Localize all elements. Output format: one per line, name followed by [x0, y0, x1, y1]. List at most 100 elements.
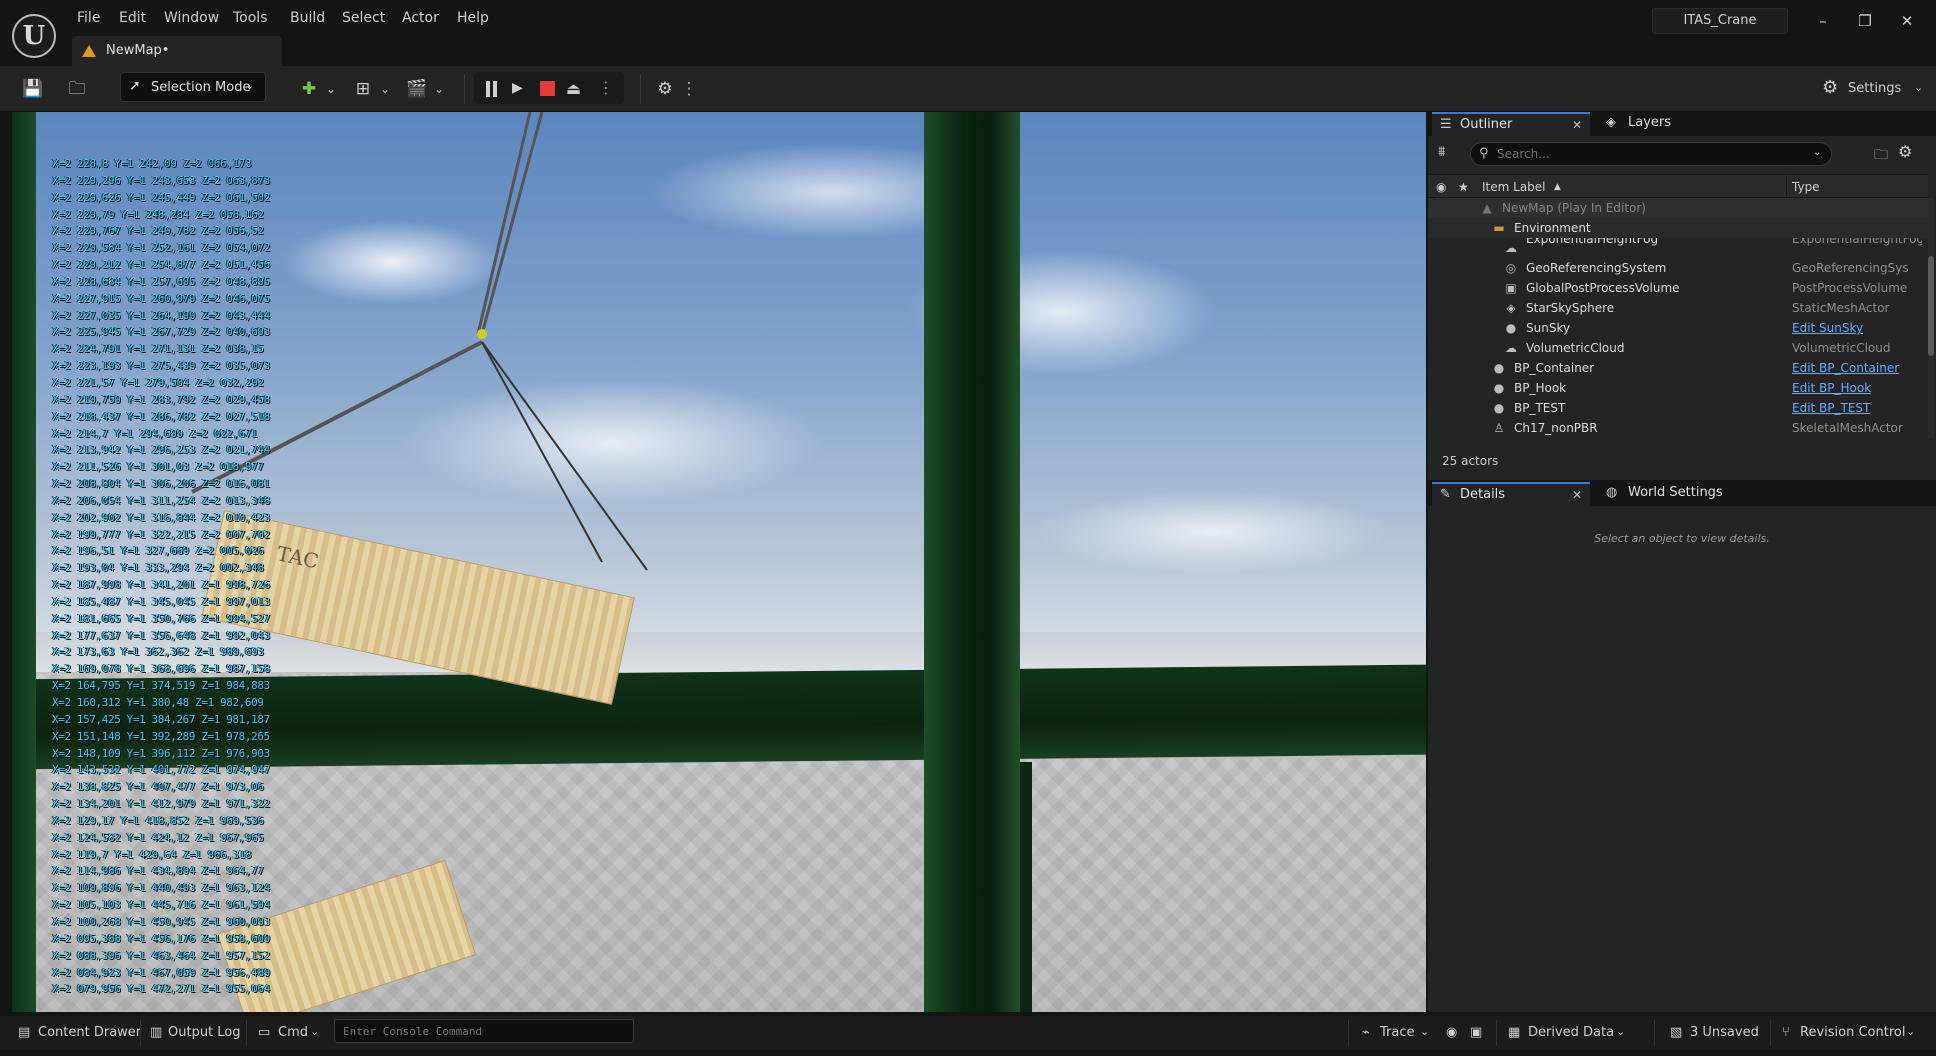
more-options-icon[interactable]: ⋮ — [598, 78, 614, 97]
menu-select[interactable]: Select — [340, 10, 387, 26]
console-command-field[interactable] — [334, 1019, 634, 1043]
menu-help[interactable]: Help — [455, 10, 491, 26]
edit-blueprint-link[interactable]: Edit BP_Container — [1792, 361, 1922, 375]
outliner-row[interactable]: ● SunSky Edit SunSky — [1428, 318, 1928, 338]
coordinate-readout: X=2 187,998 Y=1 341,201 Z=1 998,726 — [52, 578, 270, 592]
menu-file[interactable]: File — [75, 10, 102, 26]
pencil-icon: ✎ — [1440, 487, 1451, 502]
tab-layers[interactable]: ◈ Layers — [1598, 112, 1698, 136]
outliner-row[interactable]: ▣ GlobalPostProcessVolume PostProcessVolum… — [1428, 278, 1928, 298]
save-icon[interactable]: 💾 — [20, 76, 46, 102]
main-toolbar: 💾 🗀 ➚ Selection Mode ⌄ ✚ ⌄ ⊞ ⌄ 🎬 ⌄ ▶ ⏏ ⋮… — [0, 66, 1936, 112]
menu-edit[interactable]: Edit — [117, 10, 148, 26]
menu-tools[interactable]: Tools — [231, 10, 270, 26]
outliner-row[interactable]: ◈ StarSkySphere StaticMeshActor — [1428, 298, 1928, 318]
outliner-row[interactable]: ☁ ExponentialHeightFog ExponentialHeightFo… — [1428, 238, 1928, 258]
status-bar-inner: ▤ Content Drawer ▥ Output Log ▭ Cmd ⌄ ⌁ … — [0, 1016, 1936, 1050]
close-icon[interactable]: ✕ — [1572, 118, 1582, 132]
outliner-row[interactable]: ● BP_TEST Edit BP_TEST — [1428, 398, 1928, 418]
camera-icon[interactable]: ▣ — [1470, 1025, 1482, 1040]
trace-button[interactable]: Trace — [1380, 1025, 1415, 1040]
folder-icon: ▬ — [1493, 221, 1505, 235]
details-tab-bar: ✎ Details ✕ ◍ World Settings — [1428, 482, 1936, 506]
unsaved-button[interactable]: 3 Unsaved — [1690, 1025, 1759, 1040]
outliner-row[interactable]: ● BP_Container Edit BP_Container — [1428, 358, 1928, 378]
filter-icon[interactable]: ⩩ — [1438, 144, 1445, 160]
chevron-down-icon[interactable]: ⌄ — [1616, 1025, 1625, 1038]
stop-button[interactable] — [540, 81, 555, 96]
outliner-row-label: NewMap (Play In Editor) — [1502, 201, 1646, 215]
selection-mode-dropdown[interactable]: ➚ Selection Mode ⌄ — [120, 72, 266, 102]
coordinate-readout: X=2 160,312 Y=1 380,48 Z=1 982,609 — [52, 696, 264, 709]
chevron-down-icon[interactable]: ⌄ — [1420, 1025, 1429, 1038]
level-viewport[interactable]: TAC X=2 228,8 Y=1 242,09 Z=2 066,173 X=2 … — [12, 112, 1426, 1012]
outliner-tab-bar: ☰ Outliner ✕ ◈ Layers — [1428, 112, 1936, 136]
outliner-icon: ☰ — [1440, 117, 1452, 132]
eject-button[interactable]: ⏏ — [566, 79, 586, 99]
status-divider — [246, 1020, 247, 1046]
close-icon[interactable]: ✕ — [1572, 488, 1582, 502]
edit-blueprint-link[interactable]: Edit BP_Hook — [1792, 381, 1922, 395]
visibility-icon[interactable]: ◉ — [1436, 180, 1446, 194]
pin-icon[interactable]: ★ — [1458, 180, 1469, 194]
restore-button[interactable]: ❐ — [1850, 12, 1880, 34]
column-item-label[interactable]: Item Label — [1482, 180, 1546, 194]
outliner-panel: ⩩ ⚲ ⌄ 🗀 ⚙ ◉ ★ Item Label ▲ Type ▲ NewMap … — [1428, 136, 1936, 480]
edit-blueprint-link[interactable]: Edit BP_TEST — [1792, 401, 1922, 415]
outliner-row[interactable]: ♙ Ch17_nonPBR SkeletalMeshActor — [1428, 418, 1928, 438]
edit-blueprint-link[interactable]: Edit SunSky — [1792, 321, 1922, 335]
tab-world-settings[interactable]: ◍ World Settings — [1598, 482, 1738, 506]
crane-cable — [476, 112, 532, 335]
outliner-row[interactable]: ▲ NewMap (Play In Editor) — [1428, 198, 1928, 218]
platforms-icon[interactable]: ⚙ — [652, 76, 678, 102]
content-drawer-button[interactable]: Content Drawer — [38, 1025, 141, 1040]
gear-icon[interactable]: ⚙ — [1898, 142, 1912, 161]
step-button[interactable]: ▶ — [512, 80, 528, 98]
outliner-row[interactable]: ◎ GeoReferencingSystem GeoReferencingSys — [1428, 258, 1928, 278]
console-input[interactable] — [343, 1023, 623, 1039]
chevron-down-icon[interactable]: ⌄ — [1813, 147, 1821, 158]
derived-data-button[interactable]: Derived Data — [1528, 1025, 1614, 1040]
column-type[interactable]: Type — [1792, 180, 1820, 194]
unreal-logo-icon[interactable]: U — [12, 14, 56, 58]
outliner-row[interactable]: ☁ VolumetricCloud VolumetricCloud — [1428, 338, 1928, 358]
outliner-row-type: GeoReferencingSys — [1792, 261, 1909, 275]
level-tab[interactable]: NewMap• — [72, 36, 282, 66]
pause-button[interactable] — [484, 81, 498, 97]
chevron-down-icon[interactable]: ⌄ — [310, 1025, 319, 1038]
revision-control-icon: ⑂ — [1782, 1025, 1790, 1040]
more-options-icon[interactable]: ⋮ — [676, 76, 702, 102]
scrollbar-thumb[interactable] — [1928, 256, 1934, 356]
outliner-row[interactable]: ▬ Environment — [1428, 218, 1928, 238]
coordinate-readout: X=2 119,7 Y=1 429,64 Z=1 966,318 — [52, 847, 252, 861]
close-window-button[interactable]: ✕ — [1892, 12, 1922, 34]
chevron-down-icon[interactable]: ⌄ — [372, 76, 398, 102]
coordinate-readout: X=2 229,626 Y=1 245,449 Z=2 061,502 — [52, 190, 270, 204]
search-icon: ⚲ — [1479, 146, 1489, 161]
minimize-button[interactable]: – — [1808, 12, 1838, 34]
chevron-down-icon[interactable]: ⌄ — [426, 76, 452, 102]
chevron-down-icon[interactable]: ⌄ — [318, 76, 344, 102]
search-input[interactable] — [1497, 145, 1797, 163]
content-browser-icon[interactable]: 🗀 — [64, 76, 90, 102]
revision-control-button[interactable]: Revision Control — [1800, 1025, 1905, 1040]
tab-outliner[interactable]: ☰ Outliner ✕ — [1432, 112, 1590, 136]
chevron-down-icon[interactable]: ⌄ — [1906, 1025, 1915, 1038]
coordinate-readout: X=2 169,078 Y=1 368,696 Z=1 987,158 — [52, 662, 270, 676]
outliner-search[interactable]: ⚲ ⌄ — [1470, 142, 1832, 166]
outliner-scrollbar[interactable] — [1928, 198, 1934, 438]
menu-window[interactable]: Window — [162, 10, 221, 26]
crane-cable — [481, 341, 648, 571]
tab-details[interactable]: ✎ Details ✕ — [1432, 482, 1590, 506]
cmd-dropdown[interactable]: Cmd — [278, 1025, 308, 1040]
add-folder-icon[interactable]: 🗀 — [1874, 144, 1888, 168]
output-log-button[interactable]: Output Log — [168, 1025, 241, 1040]
outliner-row[interactable]: ● BP_Hook Edit BP_Hook — [1428, 378, 1928, 398]
crane-cable — [480, 112, 544, 335]
menu-actor[interactable]: Actor — [400, 10, 441, 26]
menu-build[interactable]: Build — [288, 10, 327, 26]
record-icon[interactable]: ◉ — [1446, 1025, 1457, 1040]
chevron-down-icon: ⌄ — [1914, 81, 1924, 94]
coordinate-readout: X=2 202,902 Y=1 316,844 Z=2 010,423 — [52, 510, 270, 524]
settings-button[interactable]: ⚙ Settings ⌄ — [1820, 74, 1932, 104]
